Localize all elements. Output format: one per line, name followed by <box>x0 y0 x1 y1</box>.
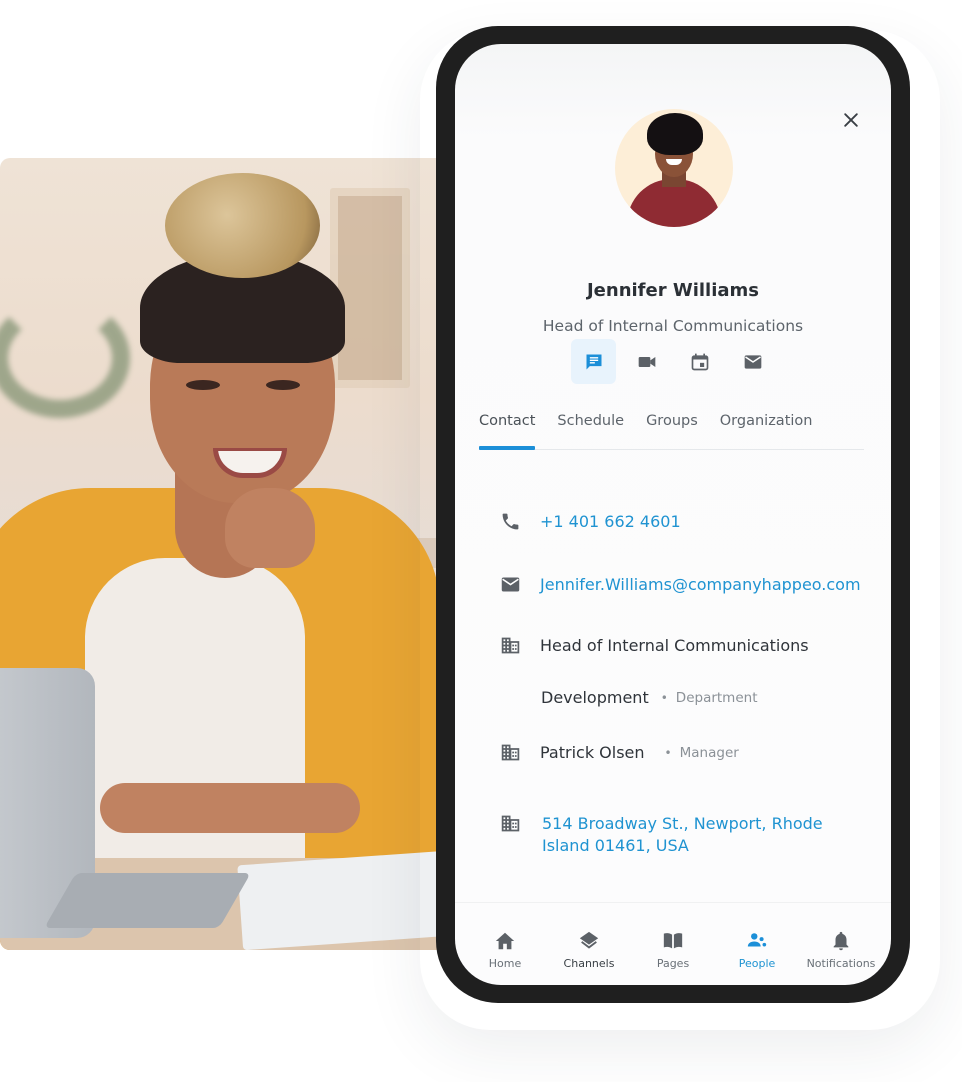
profile-screen: Jennifer Williams Head of Internal Commu… <box>455 44 891 985</box>
department-label: Department <box>675 690 758 706</box>
quick-actions <box>571 339 775 385</box>
nav-pages-label: Pages <box>656 957 690 970</box>
photo-paper <box>237 850 446 950</box>
email-link[interactable]: Jennifer.Williams@companyhappeo.com <box>540 574 861 596</box>
tab-groups[interactable]: Groups <box>646 410 698 449</box>
role-value: Head of Internal Communications <box>540 636 809 655</box>
nav-pages[interactable]: Pages <box>633 908 713 978</box>
separator-dot: • <box>660 691 668 705</box>
chat-icon <box>586 354 601 369</box>
department-value: Development <box>541 688 649 707</box>
chat-button[interactable] <box>571 339 616 384</box>
email-icon <box>500 574 521 595</box>
building-icon <box>500 742 521 763</box>
photo-laptop-base <box>44 873 251 928</box>
phone-frame: Jennifer Williams Head of Internal Commu… <box>436 26 910 1003</box>
book-icon <box>663 933 683 949</box>
profile-title: Head of Internal Communications <box>542 317 804 335</box>
photo-background-window <box>330 188 410 388</box>
people-icon <box>747 933 767 947</box>
separator-dot: • <box>664 746 672 760</box>
close-button[interactable] <box>841 110 861 130</box>
nav-home[interactable]: Home <box>465 908 545 978</box>
video-icon <box>638 356 655 367</box>
nav-people[interactable]: People <box>717 908 797 978</box>
nav-home-label: Home <box>488 957 522 970</box>
bottom-nav: Home Channels Pages People Notifications <box>455 908 891 978</box>
phone-row: +1 401 662 4601 <box>500 511 681 533</box>
building-icon <box>500 813 521 834</box>
mail-icon <box>744 354 761 369</box>
tab-schedule[interactable]: Schedule <box>557 410 624 449</box>
home-icon <box>495 932 515 950</box>
phone-link[interactable]: +1 401 662 4601 <box>540 511 681 533</box>
tab-organization[interactable]: Organization <box>720 410 813 449</box>
photo-eye-right <box>266 380 300 390</box>
building-icon <box>500 635 521 656</box>
tab-contact[interactable]: Contact <box>479 410 536 450</box>
email-button[interactable] <box>730 339 775 384</box>
layers-icon <box>579 931 599 949</box>
address-row: 514 Broadway St., Newport, Rhode Island … <box>500 813 872 857</box>
nav-people-label: People <box>738 957 776 970</box>
hero-photo <box>0 158 446 950</box>
close-icon <box>844 113 858 127</box>
photo-arm <box>100 783 360 833</box>
manager-label: Manager <box>679 745 739 761</box>
nav-channels[interactable]: Channels <box>549 908 629 978</box>
email-row: Jennifer.Williams@companyhappeo.com <box>500 574 861 596</box>
profile-name: Jennifer Williams <box>586 280 760 301</box>
role-row: Head of Internal Communications <box>500 635 809 657</box>
avatar <box>615 109 733 227</box>
phone-icon <box>500 511 521 532</box>
nav-divider <box>455 902 891 903</box>
photo-hand <box>225 488 315 568</box>
nav-channels-label: Channels <box>563 957 615 970</box>
photo-hair-bun <box>165 173 320 278</box>
profile-tabs: Contact Schedule Groups Organization <box>479 410 864 450</box>
manager-value[interactable]: Patrick Olsen <box>540 742 645 764</box>
calendar-icon <box>691 353 708 370</box>
avatar-hair <box>647 113 703 155</box>
department-row: Development • Department <box>541 687 758 709</box>
manager-row: Patrick Olsen • Manager <box>500 742 739 764</box>
photo-background-wreath <box>0 298 130 418</box>
nav-notifications[interactable]: Notifications <box>801 908 881 978</box>
address-link[interactable]: 514 Broadway St., Newport, Rhode Island … <box>542 813 872 857</box>
bell-icon <box>833 931 849 951</box>
photo-eye-left <box>186 380 220 390</box>
nav-notifications-label: Notifications <box>806 957 876 970</box>
calendar-button[interactable] <box>677 339 722 384</box>
video-call-button[interactable] <box>624 339 669 384</box>
